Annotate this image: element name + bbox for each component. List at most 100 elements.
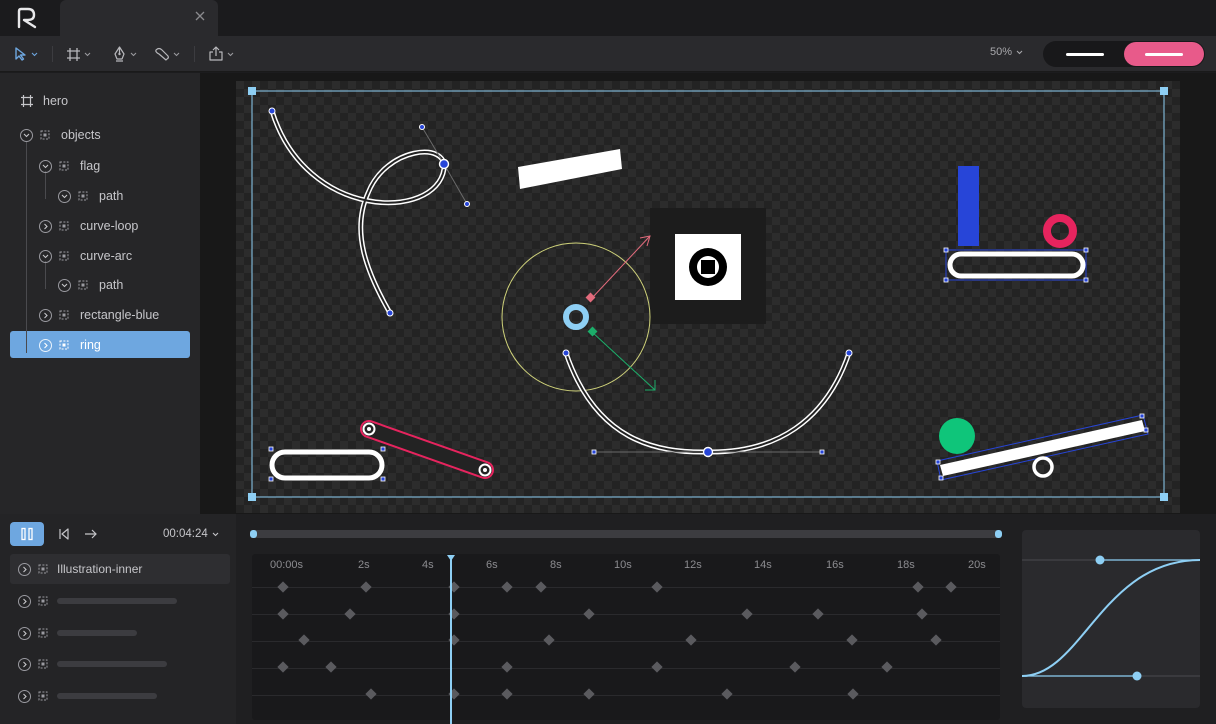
select-arrow-icon <box>15 47 26 61</box>
keyframe[interactable] <box>685 634 697 646</box>
playhead-marker-icon[interactable] <box>446 554 456 562</box>
expand-toggle-icon[interactable] <box>39 308 52 322</box>
layer-row-hero[interactable]: hero <box>20 91 68 111</box>
track-row[interactable] <box>10 586 230 616</box>
time-tick: 4s <box>422 559 434 571</box>
layer-row-path[interactable]: path <box>58 186 123 206</box>
expand-toggle-icon[interactable] <box>18 657 31 671</box>
layer-row-curve-loop[interactable]: curve-loop <box>39 216 138 236</box>
keyframe[interactable] <box>344 608 356 620</box>
expand-toggle-icon[interactable] <box>18 689 31 703</box>
keyframe[interactable] <box>535 581 547 593</box>
stop-icon-tile[interactable] <box>650 208 766 324</box>
keyframe[interactable] <box>930 634 942 646</box>
expand-toggle-icon[interactable] <box>58 278 71 292</box>
layer-row-objects[interactable]: objects <box>20 125 101 145</box>
timecode-dropdown[interactable]: 00:04:24 <box>163 528 219 540</box>
expand-toggle-icon[interactable] <box>18 594 31 608</box>
keyframe[interactable] <box>298 634 310 646</box>
close-icon[interactable] <box>194 10 206 22</box>
keyframe[interactable] <box>945 581 957 593</box>
expand-toggle-icon[interactable] <box>18 626 31 640</box>
expand-toggle-icon[interactable] <box>18 562 31 576</box>
keyframe[interactable] <box>847 688 859 700</box>
keyframe[interactable] <box>812 608 824 620</box>
keyframe[interactable] <box>277 581 289 593</box>
resize-handle[interactable] <box>1160 87 1168 95</box>
keyframe[interactable] <box>501 581 513 593</box>
resize-handle[interactable] <box>248 493 256 501</box>
keyframe[interactable] <box>543 634 555 646</box>
brush-tool-button[interactable] <box>154 44 180 64</box>
pause-button[interactable] <box>10 522 44 546</box>
keyframe[interactable] <box>741 608 753 620</box>
rectangle-blue[interactable] <box>958 166 979 246</box>
green-circle[interactable] <box>939 418 975 454</box>
layer-label: objects <box>61 128 101 142</box>
keyframe[interactable] <box>365 688 377 700</box>
keyframe[interactable] <box>846 634 858 646</box>
keyframe[interactable] <box>789 661 801 673</box>
keyframe[interactable] <box>501 661 513 673</box>
keyframe[interactable] <box>501 688 513 700</box>
mode-toggle-option-2[interactable] <box>1124 42 1204 66</box>
pen-tool-button[interactable] <box>112 44 137 64</box>
keyframe[interactable] <box>721 688 733 700</box>
skip-to-start-icon[interactable] <box>58 528 70 540</box>
keyframe[interactable] <box>360 581 372 593</box>
expand-toggle-icon[interactable] <box>39 338 52 352</box>
chevron-down-icon <box>173 52 180 56</box>
keyframe[interactable] <box>916 608 928 620</box>
artboard-hero[interactable] <box>236 81 1180 513</box>
track-row[interactable] <box>10 618 230 648</box>
keyframe[interactable] <box>277 608 289 620</box>
zoom-dropdown[interactable]: 50% <box>990 46 1023 58</box>
keyframe[interactable] <box>583 608 595 620</box>
timeline-range-bar[interactable] <box>252 530 1000 538</box>
keyframe[interactable] <box>881 661 893 673</box>
layer-row-rectangle-blue[interactable]: rectangle-blue <box>39 305 159 325</box>
chevron-down-icon <box>212 532 219 536</box>
chevron-down-icon <box>130 52 137 56</box>
expand-toggle-icon[interactable] <box>58 189 71 203</box>
layer-row-curve-arc[interactable]: curve-arc <box>39 246 132 266</box>
expand-toggle-icon[interactable] <box>39 249 52 263</box>
track-row[interactable] <box>10 649 230 679</box>
expand-toggle-icon[interactable] <box>39 219 52 233</box>
step-forward-icon[interactable] <box>84 528 98 540</box>
track-row[interactable]: Illustration-inner <box>10 554 230 584</box>
canvas-area[interactable] <box>200 73 1216 514</box>
ease-handle-in[interactable] <box>1132 671 1142 681</box>
placeholder-bar <box>57 598 177 604</box>
ease-handle-out[interactable] <box>1095 555 1105 565</box>
export-button[interactable] <box>208 44 234 64</box>
frame-tool-button[interactable] <box>66 44 91 64</box>
toolbar-divider <box>52 46 53 62</box>
select-tool-button[interactable] <box>14 44 38 64</box>
track-row[interactable] <box>10 681 230 711</box>
keyframe[interactable] <box>912 581 924 593</box>
placeholder-bar <box>1145 52 1183 56</box>
document-tab[interactable] <box>60 0 218 36</box>
range-start-handle[interactable] <box>250 530 257 538</box>
group-icon <box>59 221 69 231</box>
range-end-handle[interactable] <box>995 530 1002 538</box>
layer-row-flag[interactable]: flag <box>39 156 100 176</box>
resize-handle[interactable] <box>1160 493 1168 501</box>
layer-row-path[interactable]: path <box>58 275 123 295</box>
keyframe[interactable] <box>651 661 663 673</box>
keyframe[interactable] <box>277 661 289 673</box>
resize-handle[interactable] <box>248 87 256 95</box>
mode-toggle-option-1[interactable] <box>1048 44 1122 64</box>
playhead[interactable] <box>450 556 452 724</box>
expand-toggle-icon[interactable] <box>20 128 33 142</box>
easing-curve-graph <box>1021 555 1201 681</box>
layer-row-ring[interactable]: ring <box>39 335 101 355</box>
expand-toggle-icon[interactable] <box>39 159 52 173</box>
keyframe[interactable] <box>583 688 595 700</box>
keyframe[interactable] <box>325 661 337 673</box>
pen-icon <box>114 46 125 62</box>
keyframe[interactable] <box>651 581 663 593</box>
keyframe-grid[interactable]: 00:00s 2s 4s 6s 8s 10s 12s 14s 16s 18s 2… <box>252 554 1000 720</box>
easing-curve-editor[interactable] <box>1021 530 1201 708</box>
